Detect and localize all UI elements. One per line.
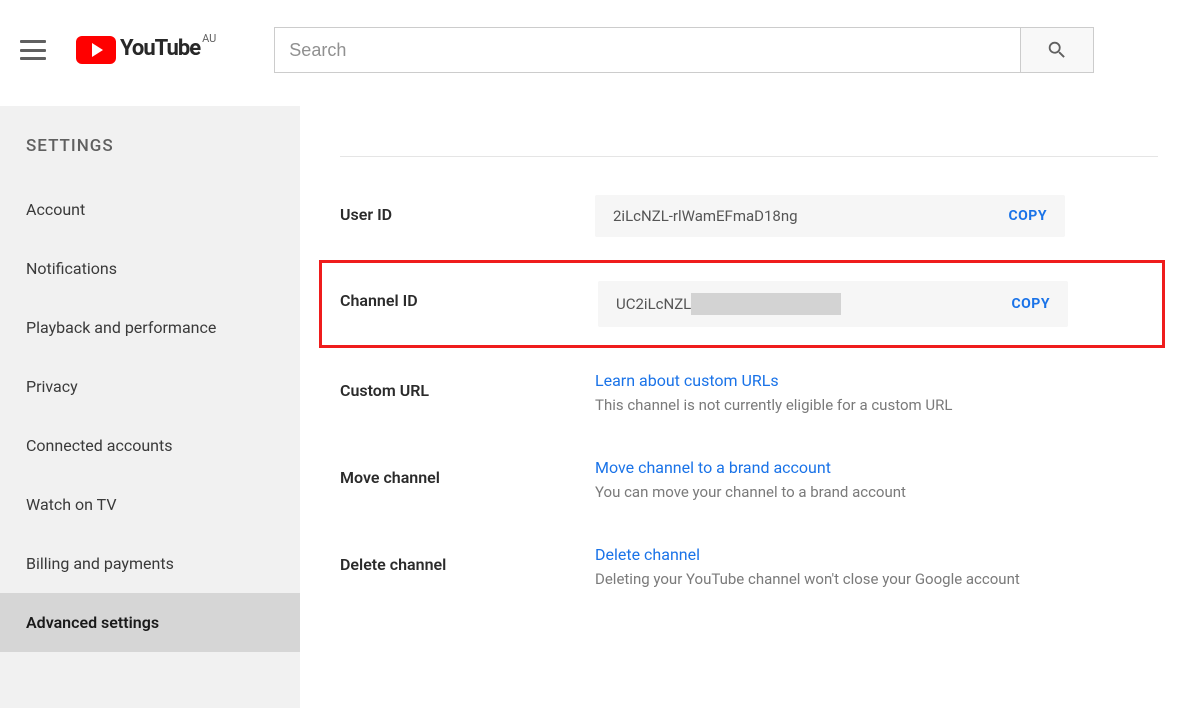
custom-url-desc: This channel is not currently eligible f… bbox=[595, 396, 1158, 414]
sidebar-item-playback[interactable]: Playback and performance bbox=[0, 298, 300, 357]
move-channel-desc: You can move your channel to a brand acc… bbox=[595, 483, 1158, 501]
channel-id-label: Channel ID bbox=[340, 281, 598, 310]
custom-url-label: Custom URL bbox=[340, 371, 595, 400]
user-id-copy-button[interactable]: COPY bbox=[1008, 208, 1047, 224]
delete-channel-desc: Deleting your YouTube channel won't clos… bbox=[595, 570, 1158, 588]
user-id-value: 2iLcNZL-rlWamEFmaD18ng bbox=[613, 207, 798, 225]
delete-channel-label: Delete channel bbox=[340, 545, 595, 574]
main-content: User ID 2iLcNZL-rlWamEFmaD18ng COPY Chan… bbox=[300, 106, 1198, 708]
sidebar-title: SETTINGS bbox=[0, 126, 300, 180]
search-bar bbox=[274, 27, 1094, 73]
sidebar-item-connected-accounts[interactable]: Connected accounts bbox=[0, 416, 300, 475]
move-channel-row: Move channel Move channel to a brand acc… bbox=[340, 458, 1158, 501]
youtube-logo[interactable]: YouTube AU bbox=[76, 36, 214, 64]
user-id-row: User ID 2iLcNZL-rlWamEFmaD18ng COPY bbox=[340, 195, 1158, 237]
region-text: AU bbox=[202, 32, 216, 45]
channel-id-row: Channel ID UC2iLcNZL COPY bbox=[319, 260, 1165, 348]
custom-url-link[interactable]: Learn about custom URLs bbox=[595, 371, 1158, 390]
delete-channel-row: Delete channel Delete channel Deleting y… bbox=[340, 545, 1158, 588]
settings-sidebar: SETTINGS Account Notifications Playback … bbox=[0, 106, 300, 708]
sidebar-item-watch-on-tv[interactable]: Watch on TV bbox=[0, 475, 300, 534]
sidebar-item-billing[interactable]: Billing and payments bbox=[0, 534, 300, 593]
section-divider bbox=[340, 156, 1158, 157]
sidebar-item-account[interactable]: Account bbox=[0, 180, 300, 239]
search-input[interactable] bbox=[274, 27, 1020, 73]
delete-channel-link[interactable]: Delete channel bbox=[595, 545, 1158, 564]
custom-url-row: Custom URL Learn about custom URLs This … bbox=[340, 371, 1158, 414]
channel-id-value: UC2iLcNZL bbox=[616, 293, 841, 315]
redacted-block bbox=[691, 293, 841, 315]
user-id-value-box: 2iLcNZL-rlWamEFmaD18ng COPY bbox=[595, 195, 1065, 237]
play-icon bbox=[76, 36, 116, 64]
brand-text: YouTube bbox=[120, 36, 200, 61]
sidebar-item-privacy[interactable]: Privacy bbox=[0, 357, 300, 416]
channel-id-value-box: UC2iLcNZL COPY bbox=[598, 281, 1068, 327]
move-channel-label: Move channel bbox=[340, 458, 595, 487]
channel-id-text: UC2iLcNZL bbox=[616, 295, 691, 313]
move-channel-link[interactable]: Move channel to a brand account bbox=[595, 458, 1158, 477]
sidebar-item-notifications[interactable]: Notifications bbox=[0, 239, 300, 298]
sidebar-item-advanced-settings[interactable]: Advanced settings bbox=[0, 593, 300, 652]
header: YouTube AU bbox=[0, 0, 1198, 106]
search-icon bbox=[1046, 39, 1068, 61]
user-id-label: User ID bbox=[340, 195, 595, 224]
channel-id-copy-button[interactable]: COPY bbox=[1011, 296, 1050, 312]
menu-icon[interactable] bbox=[20, 40, 46, 60]
search-button[interactable] bbox=[1020, 27, 1094, 73]
